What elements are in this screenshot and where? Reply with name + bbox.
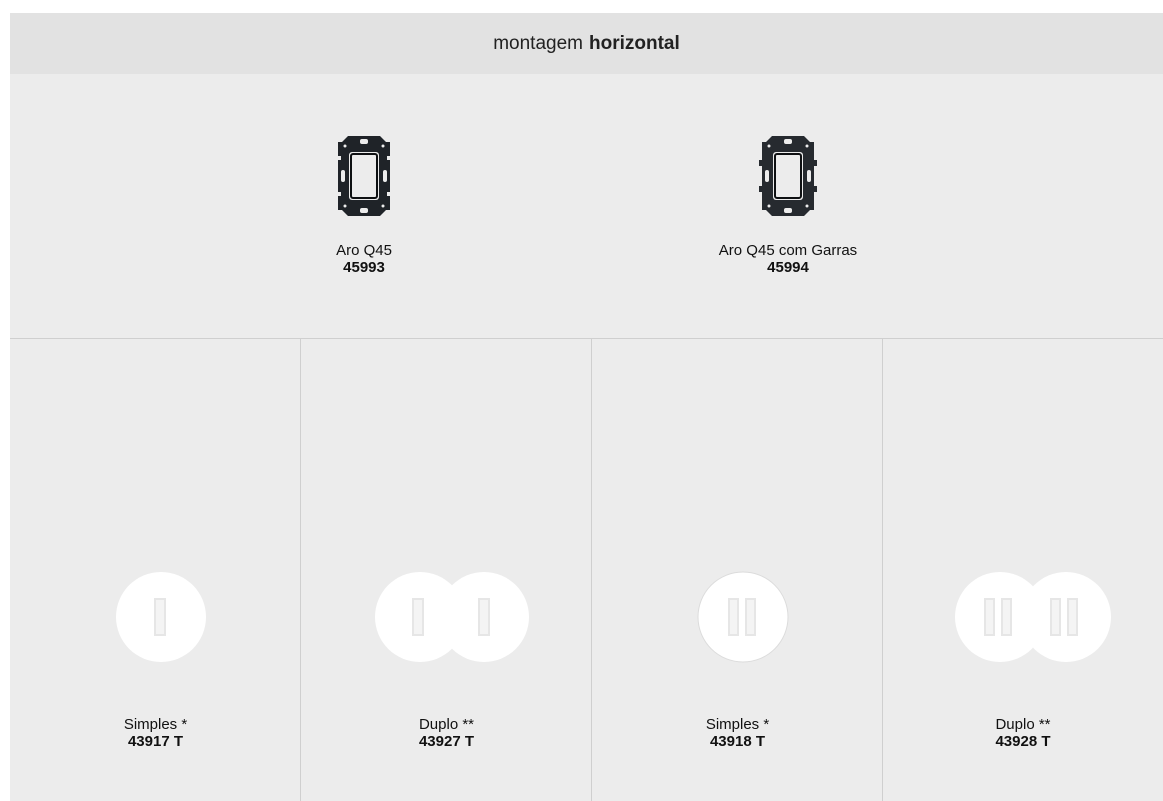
sockets-row: Simples * 43917 T Duplo ** 43927 T Simpl… (10, 339, 1163, 801)
frame-item-45993[interactable]: Aro Q45 45993 (254, 132, 474, 276)
socket-label: Duplo ** (418, 716, 475, 733)
double-socket-icon (374, 572, 529, 662)
frame-item-45994[interactable]: Aro Q45 com Garras 45994 (678, 132, 898, 276)
socket-code: 43927 T (418, 733, 475, 750)
single-socket-double-slot-icon (697, 571, 788, 663)
socket-code: 43918 T (709, 733, 766, 750)
header-title-prefix: montagem (493, 32, 583, 54)
mounting-header: montagem horizontal (10, 13, 1163, 74)
mounting-frame-claws-icon (759, 136, 817, 216)
socket-label: Duplo ** (995, 716, 1051, 733)
socket-cell-43918[interactable]: Simples * 43918 T (592, 339, 883, 801)
socket-label: Simples * (123, 716, 188, 733)
frame-label: Aro Q45 (336, 242, 392, 259)
socket-code: 43928 T (995, 733, 1051, 750)
frame-label: Aro Q45 com Garras (718, 242, 858, 259)
mounting-frame-icon (338, 136, 390, 216)
frames-row: Aro Q45 45993 Aro Q45 com Garras 45994 (10, 74, 1163, 338)
header-title-bold: horizontal (589, 32, 680, 54)
double-socket-double-slot-icon (955, 572, 1111, 662)
socket-cell-43927[interactable]: Duplo ** 43927 T (301, 339, 592, 801)
socket-cell-43917[interactable]: Simples * 43917 T (10, 339, 301, 801)
frame-code: 45994 (767, 259, 809, 276)
product-panel: montagem horizontal Aro Q45 45993 Aro Q4… (10, 13, 1163, 801)
frame-code: 45993 (343, 259, 385, 276)
socket-label: Simples * (705, 716, 770, 733)
single-socket-icon (115, 572, 206, 662)
socket-code: 43917 T (127, 733, 184, 750)
socket-cell-43928[interactable]: Duplo ** 43928 T (883, 339, 1163, 801)
